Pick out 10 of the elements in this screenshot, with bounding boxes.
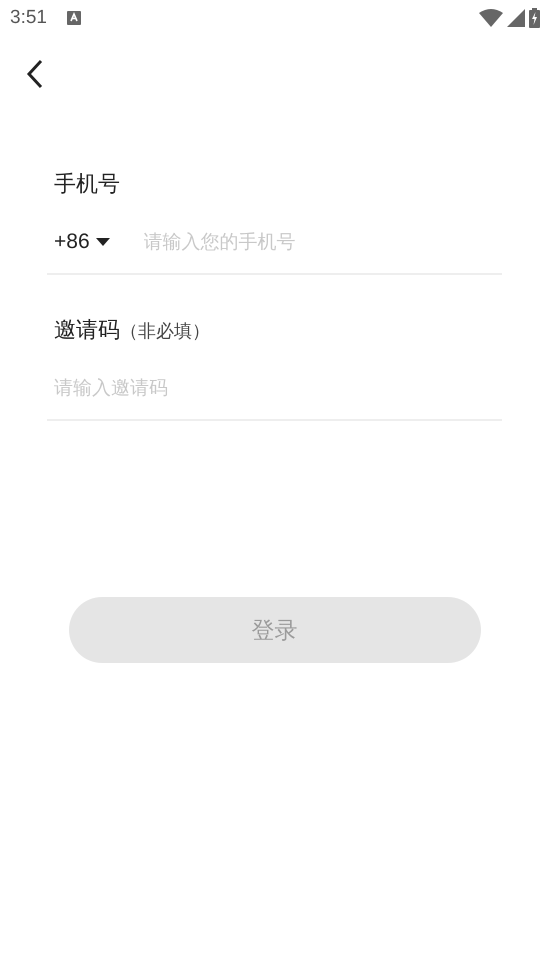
caret-icon <box>96 238 110 246</box>
wifi-icon <box>479 9 503 27</box>
signal-icon <box>507 9 525 27</box>
battery-icon <box>529 8 540 28</box>
invite-code-label: 邀请码 <box>54 317 120 345</box>
keyboard-notification-icon <box>66 11 81 25</box>
status-time: 3:51 <box>10 7 47 29</box>
optional-hint: （非必填） <box>120 320 210 343</box>
country-code-dropdown[interactable]: +86 <box>54 230 110 254</box>
phone-label: 手机号 <box>54 171 120 199</box>
